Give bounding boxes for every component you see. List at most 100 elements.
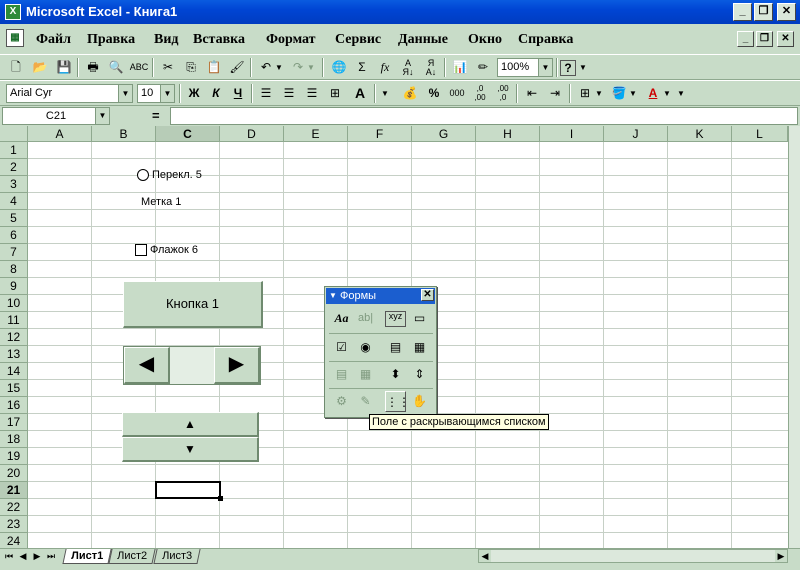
spelling-icon[interactable]: ABC	[129, 58, 149, 77]
thousands-icon[interactable]: 000	[447, 84, 467, 103]
vertical-scrollbar[interactable]	[788, 126, 800, 548]
row-header-13[interactable]: 13	[0, 346, 28, 363]
row-header-10[interactable]: 10	[0, 295, 28, 312]
row-header-12[interactable]: 12	[0, 329, 28, 346]
chart-wizard-icon[interactable]: 📊	[450, 58, 470, 77]
undo-dropdown-icon[interactable]: ▼	[274, 58, 284, 77]
row-header-1[interactable]: 1	[0, 142, 28, 159]
print-icon[interactable]: 🖶	[83, 58, 103, 77]
menu-view[interactable]: Вид	[154, 32, 179, 48]
sort-desc-icon[interactable]: Я А↓	[421, 58, 441, 77]
control-properties-icon[interactable]: ⚙	[331, 391, 352, 412]
horizontal-scrollbar[interactable]: ◀ ▶	[478, 549, 788, 563]
forms-toolbar-title[interactable]: ▼ Формы	[326, 288, 435, 304]
redo-icon[interactable]: ↷	[288, 58, 308, 77]
row-header-21[interactable]: 21	[0, 482, 28, 499]
autosum-icon[interactable]: Σ	[352, 58, 372, 77]
column-header-c[interactable]: C	[156, 126, 220, 142]
bold-button[interactable]: Ж	[184, 84, 204, 103]
undo-icon[interactable]: ↶	[256, 58, 276, 77]
option-tool-icon[interactable]: ◉	[355, 337, 376, 358]
sheet-tab-1[interactable]: Лист1	[62, 549, 112, 564]
sheet-tab-3[interactable]: Лист3	[153, 549, 201, 564]
first-sheet-icon[interactable]: ⏮	[3, 550, 15, 563]
scroll-right-icon[interactable]: ▶	[214, 347, 260, 384]
row-header-24[interactable]: 24	[0, 533, 28, 548]
column-header-b[interactable]: B	[92, 126, 156, 142]
underline-button[interactable]: Ч	[228, 84, 248, 103]
edit-code-icon[interactable]: ✎	[355, 391, 376, 412]
fill-color-icon[interactable]: 🪣	[609, 84, 629, 103]
scroll-left-icon[interactable]: ◀	[479, 550, 491, 562]
row-header-9[interactable]: 9	[0, 278, 28, 295]
chevron-down-icon[interactable]: ▼	[95, 108, 109, 124]
column-header-l[interactable]: L	[732, 126, 788, 142]
combobox-tool-icon[interactable]: ▦	[409, 337, 430, 358]
restore-icon[interactable]: ❐	[754, 3, 773, 21]
combo-list-edit-icon[interactable]: ▤	[331, 364, 352, 385]
forms-toolbar[interactable]: ▼ Формы ✕ Aa ab| xyz ▭ ☑ ◉ ▤ ▦ ▤ ▦ ⬍ ⇕ ⚙ …	[324, 286, 437, 418]
spinner-control[interactable]: ▲ ▼	[122, 412, 259, 463]
editbox-tool-icon[interactable]: ab|	[355, 308, 376, 329]
last-sheet-icon[interactable]: ⏭	[45, 550, 57, 563]
row-header-16[interactable]: 16	[0, 397, 28, 414]
column-header-f[interactable]: F	[348, 126, 412, 142]
name-box[interactable]: C21 ▼	[2, 107, 110, 125]
row-header-14[interactable]: 14	[0, 363, 28, 380]
align-left-icon[interactable]: ☰	[256, 84, 276, 103]
help-dropdown-icon[interactable]: ▼	[578, 58, 588, 77]
equals-icon[interactable]: =	[152, 108, 160, 123]
column-header-a[interactable]: A	[28, 126, 92, 142]
row-header-7[interactable]: 7	[0, 244, 28, 261]
label-tool-icon[interactable]: Aa	[331, 308, 352, 329]
fill-handle[interactable]	[218, 496, 223, 501]
font-color-icon[interactable]: A	[643, 84, 663, 103]
select-all-corner[interactable]	[0, 126, 28, 142]
column-header-g[interactable]: G	[412, 126, 476, 142]
column-header-h[interactable]: H	[476, 126, 540, 142]
next-sheet-icon[interactable]: ▶	[31, 550, 43, 563]
close-icon[interactable]: ✕	[777, 3, 796, 21]
workbook-icon[interactable]: ▦	[6, 29, 24, 47]
open-icon[interactable]: 📂	[30, 58, 50, 77]
format-painter-icon[interactable]: 🖌	[227, 58, 247, 77]
menu-help[interactable]: Справка	[518, 32, 573, 48]
run-dialog-icon[interactable]: ✋	[409, 391, 430, 412]
merge-center-icon[interactable]: ⊞	[325, 84, 345, 103]
spin-up-icon[interactable]: ▲	[122, 412, 259, 437]
increase-decimal-icon[interactable]: ,0,00	[470, 84, 490, 103]
label-control[interactable]: Метка 1	[141, 196, 181, 208]
menu-data[interactable]: Данные	[398, 32, 448, 48]
cut-icon[interactable]: ✂	[158, 58, 178, 77]
column-header-j[interactable]: J	[604, 126, 668, 142]
decrease-indent-icon[interactable]: ⇤	[522, 84, 542, 103]
option-button-control[interactable]	[137, 169, 149, 181]
toolbar-options-icon[interactable]: ▼	[676, 84, 686, 103]
row-header-8[interactable]: 8	[0, 261, 28, 278]
row-header-20[interactable]: 20	[0, 465, 28, 482]
row-header-22[interactable]: 22	[0, 499, 28, 516]
decrease-decimal-icon[interactable]: ,00,0	[493, 84, 513, 103]
form-button-control[interactable]: Кнопка 1	[123, 281, 263, 328]
row-header-4[interactable]: 4	[0, 193, 28, 210]
excel-app-icon[interactable]: X	[5, 4, 21, 20]
menu-format[interactable]: Формат	[266, 32, 316, 48]
chevron-down-icon[interactable]: ▼	[160, 85, 174, 102]
drawing-icon[interactable]: ✏	[473, 58, 493, 77]
toolbar-more-icon[interactable]: ▼	[380, 84, 390, 103]
italic-button[interactable]: К	[206, 84, 226, 103]
active-cell-c21[interactable]	[155, 481, 223, 501]
minimize-icon[interactable]: _	[733, 3, 752, 21]
row-header-17[interactable]: 17	[0, 414, 28, 431]
menu-edit[interactable]: Правка	[87, 32, 135, 48]
scrollbar-control[interactable]: ◀ ▶	[123, 346, 261, 385]
increase-indent-icon[interactable]: ⇥	[545, 84, 565, 103]
row-header-2[interactable]: 2	[0, 159, 28, 176]
row-header-19[interactable]: 19	[0, 448, 28, 465]
font-color-dropdown-icon[interactable]: ▼	[662, 84, 672, 103]
row-header-5[interactable]: 5	[0, 210, 28, 227]
toggle-grid-icon[interactable]: ⋮⋮	[385, 391, 410, 412]
chevron-down-icon[interactable]: ▼	[118, 85, 132, 102]
column-header-d[interactable]: D	[220, 126, 284, 142]
menu-tools[interactable]: Сервис	[335, 32, 381, 48]
